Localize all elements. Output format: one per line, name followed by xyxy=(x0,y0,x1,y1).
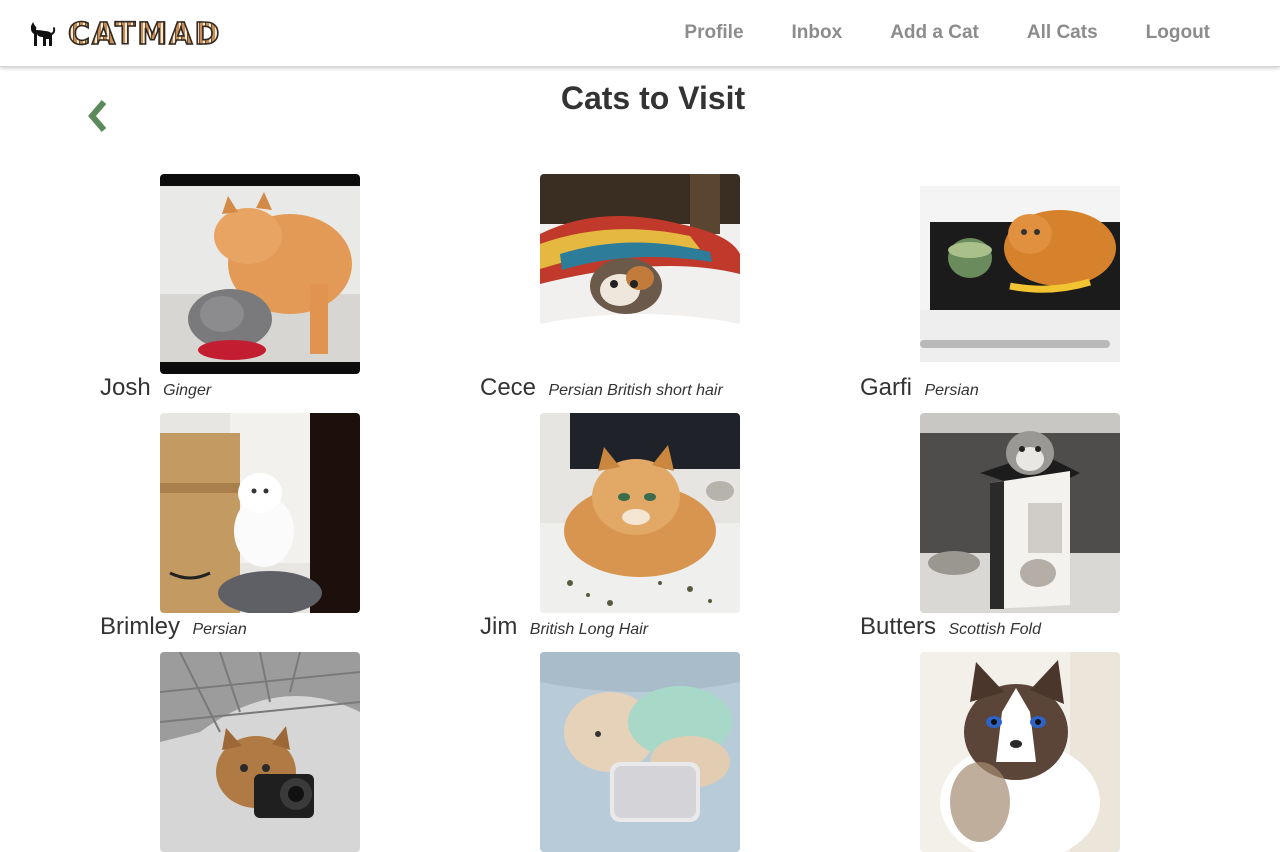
brand-logo[interactable]: CATMAD xyxy=(28,17,222,53)
cat-photo[interactable] xyxy=(920,413,1120,613)
nav-logout[interactable]: Logout xyxy=(1146,22,1210,44)
main-nav: Profile Inbox Add a Cat All Cats Logout xyxy=(636,0,1210,66)
cat-caption: Jim British Long Hair xyxy=(480,613,648,641)
cat-caption: Josh Ginger xyxy=(100,374,211,402)
cat-photo[interactable] xyxy=(540,652,740,852)
cat-photo[interactable] xyxy=(160,652,360,852)
nav-add-a-cat[interactable]: Add a Cat xyxy=(890,22,979,44)
cat-breed: British Long Hair xyxy=(529,621,649,638)
cat-breed: Scottish Fold xyxy=(948,621,1041,638)
cat-photo[interactable] xyxy=(920,174,1120,374)
cat-name: Cece xyxy=(480,374,537,401)
cat-photo[interactable] xyxy=(160,413,360,613)
nav-all-cats[interactable]: All Cats xyxy=(1027,22,1098,44)
cat-name: Josh xyxy=(100,374,151,401)
cat-breed: Persian British short hair xyxy=(548,382,723,399)
cat-photo[interactable] xyxy=(920,652,1120,852)
cat-caption: Garfi Persian xyxy=(860,374,979,402)
cat-breed: Ginger xyxy=(163,382,212,399)
top-nav-bar: CATMAD Profile Inbox Add a Cat All Cats … xyxy=(0,0,1280,67)
nav-inbox[interactable]: Inbox xyxy=(792,22,843,44)
cat-name: Garfi xyxy=(860,374,913,401)
cat-caption: Cece Persian British short hair xyxy=(480,374,723,402)
cat-photo[interactable] xyxy=(160,174,360,374)
cat-photo[interactable] xyxy=(540,174,740,374)
page-title: Cats to Visit xyxy=(560,80,746,116)
cat-photo[interactable] xyxy=(540,413,740,613)
nav-profile[interactable]: Profile xyxy=(684,22,743,44)
cat-name: Butters xyxy=(860,613,937,640)
brand-name: CATMAD xyxy=(67,17,222,53)
cat-name: Jim xyxy=(480,613,518,640)
cat-caption: Brimley Persian xyxy=(100,613,247,641)
cat-breed: Persian xyxy=(192,621,247,638)
cat-icon xyxy=(31,22,56,46)
cat-breed: Persian xyxy=(924,382,979,399)
cat-name: Brimley xyxy=(100,613,181,640)
cat-caption: Butters Scottish Fold xyxy=(860,613,1041,641)
